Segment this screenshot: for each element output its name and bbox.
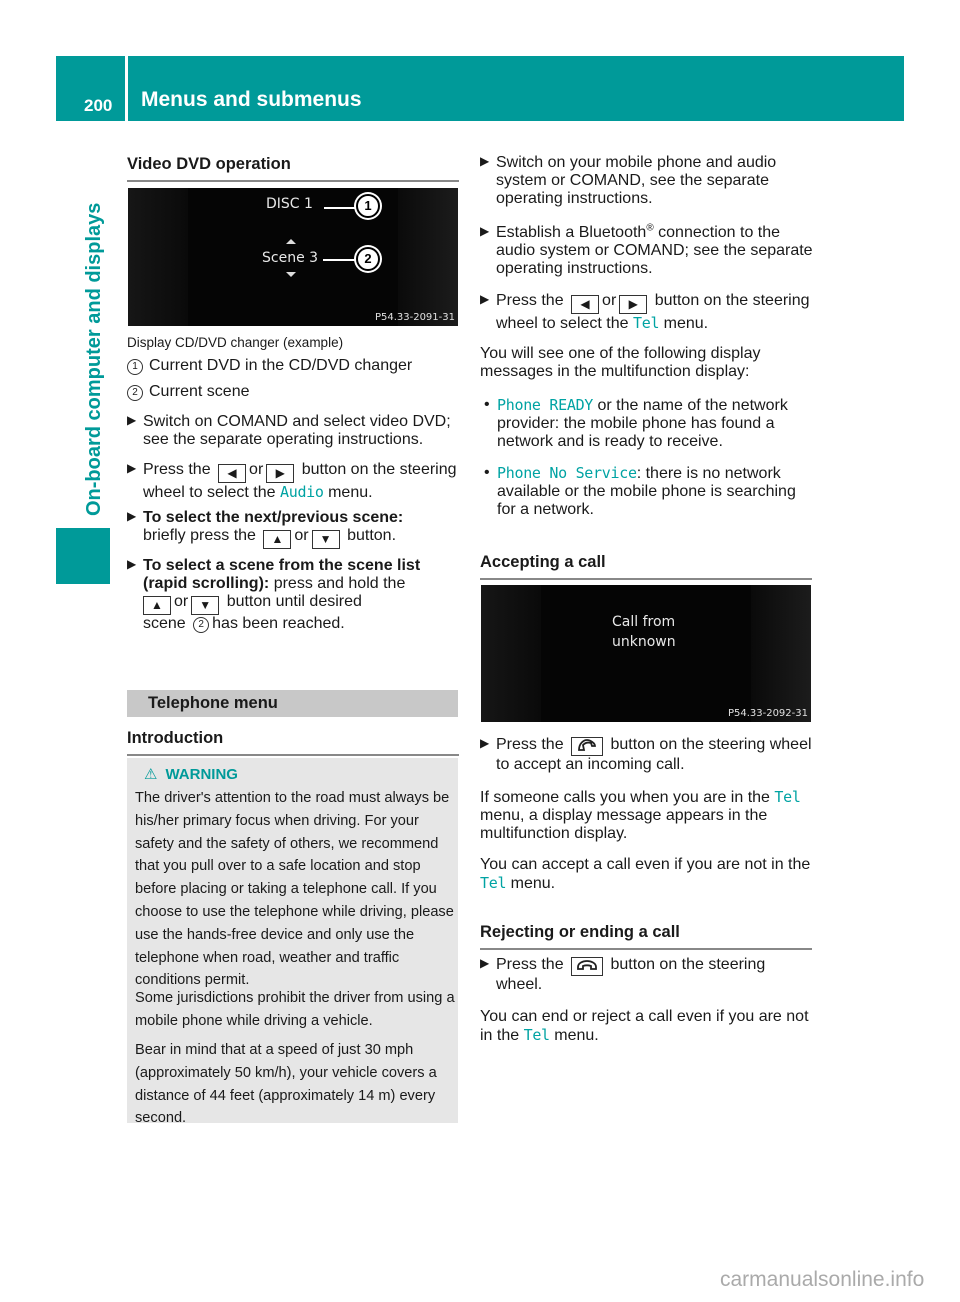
right-arrow-key-icon: ▶ (266, 464, 295, 483)
display-unknown-text: unknown (612, 634, 676, 650)
rejecting-paragraph: You can end or reject a call even if you… (480, 1008, 809, 1044)
bullet-arrow-icon: ▶ (480, 956, 490, 970)
heading-introduction: Introduction (127, 729, 459, 756)
bullet-arrow-icon: ▶ (127, 509, 137, 523)
image-code: P54.33-2091-31 (374, 312, 455, 323)
display-messages-intro: You will see one of the following displa… (480, 345, 761, 380)
heading-accepting-call: Accepting a call (480, 553, 812, 580)
bullet-arrow-icon: ▶ (127, 557, 137, 571)
page-title: Menus and submenus (141, 88, 362, 111)
accepting-paragraph: If someone calls you when you are in the… (480, 788, 801, 842)
callout-2: 2 (356, 247, 380, 271)
warning-title: ⚠ WARNING (144, 766, 238, 783)
bullet-arrow-icon: ▶ (480, 154, 490, 168)
right-arrow-key-icon: ▶ (619, 295, 648, 314)
bullet-arrow-icon: ▶ (127, 461, 137, 475)
heading-rejecting-call: Rejecting or ending a call (480, 923, 812, 950)
legend-item: 2 Current scene (127, 383, 462, 401)
accepting-paragraph: You can accept a call even if you are no… (480, 856, 811, 892)
step-rapid-scrolling: ▶ To select a scene from the scene list … (127, 557, 421, 633)
chapter-side-title: On-board computer and displays (83, 202, 105, 516)
bullet-arrow-icon: ▶ (480, 736, 490, 750)
dvd-display-image: DISC 1 1 Scene 3 2 P54.33-2091-31 (128, 188, 458, 326)
heading-video-dvd: Video DVD operation (127, 155, 459, 182)
warning-paragraph: Bear in mind that at a speed of just 30 … (135, 1042, 437, 1127)
bullet-arrow-icon: ▶ (127, 413, 137, 427)
section-band-telephone-menu: Telephone menu (127, 690, 458, 717)
warning-paragraph: Some jurisdictions prohibit the driver f… (135, 990, 455, 1029)
tel-menu-label: Tel (632, 314, 660, 332)
warning-box: ⚠ WARNING The driver's attention to the r… (127, 758, 458, 1126)
bullet-arrow-icon: ▶ (480, 292, 490, 306)
step-select-audio-menu: ▶ Press the ◀ or ▶ button on the steering … (127, 461, 457, 501)
phone-accept-key-icon (571, 737, 604, 756)
display-scene-text: Scene 3 (262, 250, 319, 266)
bullet-arrow-icon: ▶ (480, 224, 490, 238)
up-arrow-key-icon: ▲ (143, 596, 171, 615)
image-code: P54.33-2092-31 (727, 708, 808, 719)
step-switch-on-phone: ▶ Switch on your mobile phone and audio … (480, 154, 777, 207)
watermark: carmanualsonline.info (720, 1268, 925, 1291)
step-switch-on-comand: ▶ Switch on COMAND and select video DVD;… (127, 413, 451, 448)
down-arrow-key-icon: ▼ (191, 596, 220, 615)
audio-menu-label: Audio (279, 483, 324, 501)
message-phone-no-service: • Phone No Service: there is no network … (484, 464, 796, 518)
step-select-tel-menu: ▶ Press the ◀ or ▶ button on the steering … (480, 292, 810, 332)
message-phone-ready: • Phone READY or the name of the network… (484, 396, 788, 450)
phone-end-key-icon (571, 957, 604, 976)
up-arrow-key-icon: ▲ (263, 530, 292, 549)
legend-item: 1 Current DVD in the CD/DVD changer (127, 357, 462, 375)
display-disc-text: DISC 1 (266, 196, 313, 212)
callout-1: 1 (356, 194, 380, 218)
image-caption: Display CD/DVD changer (example) (127, 335, 344, 350)
scroll-down-indicator (286, 272, 296, 277)
warning-icon: ⚠ (144, 766, 158, 783)
warning-paragraph: The driver's attention to the road must … (135, 790, 454, 989)
scroll-up-indicator (286, 239, 296, 244)
down-arrow-key-icon: ▼ (311, 530, 340, 549)
left-arrow-key-icon: ◀ (571, 295, 600, 314)
incoming-call-display-image: Call from unknown P54.33-2092-31 (481, 585, 811, 722)
step-reject-call: ▶ Press the button on the steering wheel… (480, 956, 766, 993)
header-divider (125, 56, 128, 121)
page-number: 200 (84, 96, 113, 115)
step-bluetooth: ▶ Establish a Bluetooth® connection to t… (480, 222, 813, 277)
step-accept-call: ▶ Press the button on the steering wheel… (480, 736, 812, 773)
display-call-from-text: Call from (612, 614, 676, 630)
chapter-tab (56, 528, 110, 584)
step-next-previous-scene: ▶ To select the next/previous scene: bri… (127, 509, 462, 549)
left-arrow-key-icon: ◀ (218, 464, 247, 483)
